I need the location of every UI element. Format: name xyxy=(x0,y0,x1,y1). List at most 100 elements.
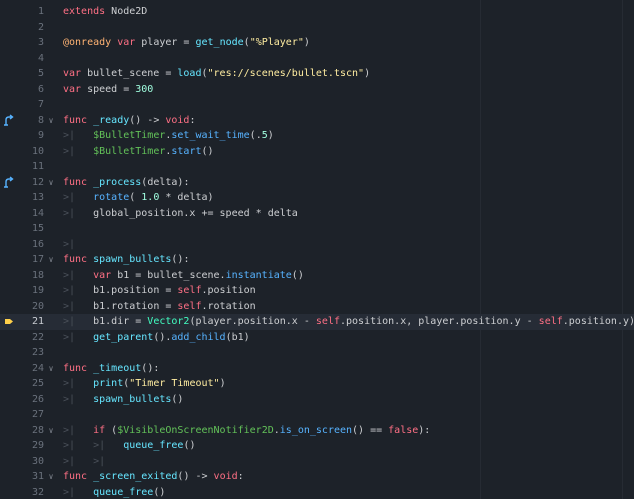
line-number: 13 xyxy=(31,192,44,203)
fold-chevron-icon[interactable]: ∨ xyxy=(47,175,55,191)
code-token: .position.y). xyxy=(562,316,634,327)
code-line[interactable]: 15 xyxy=(0,221,634,237)
code-line[interactable]: 10 >| $BulletTimer.start() xyxy=(0,144,634,160)
line-number: 29 xyxy=(31,440,44,451)
code-editor[interactable]: 1 extends Node2D 2 3 @onready var player = g… xyxy=(0,0,634,499)
tab-indicator-icon: >| xyxy=(63,238,76,250)
code-line[interactable]: 23 xyxy=(0,345,634,361)
code-token: 300 xyxy=(135,83,154,95)
code-token: bullet_scene = xyxy=(81,68,178,79)
code-line[interactable]: 8 ∨ func _ready() -> void: xyxy=(0,113,634,129)
line-number: 9 xyxy=(37,130,44,141)
tab-indicator-icon: >| xyxy=(63,316,76,327)
fold-chevron-icon[interactable]: ∨ xyxy=(47,423,55,439)
code-line[interactable]: 30 >| >| xyxy=(0,454,634,470)
code-token: self xyxy=(177,285,202,296)
code-text: var speed = 300 xyxy=(63,82,153,98)
code-line[interactable]: 31 ∨ func _screen_exited() -> void: xyxy=(0,469,634,485)
code-line[interactable]: 14 >| global_position.x += speed * delta xyxy=(0,206,634,222)
code-line[interactable]: 12 ∨ func _process(delta): xyxy=(0,175,634,191)
code-text: >| $BulletTimer.start() xyxy=(63,144,214,160)
code-line[interactable]: 6 var speed = 300 xyxy=(0,82,634,98)
code-line[interactable]: 17 ∨ func spawn_bullets(): xyxy=(0,252,634,268)
code-line[interactable]: 1 extends Node2D xyxy=(0,4,634,20)
code-token: var xyxy=(63,83,82,95)
code-token: func xyxy=(63,114,88,126)
code-line[interactable]: 21 >| b1.dir = Vector2(player.position.x … xyxy=(0,314,634,330)
code-text: func _screen_exited() -> void: xyxy=(63,469,244,485)
code-line[interactable]: 19 >| b1.position = self.position xyxy=(0,283,634,299)
code-line[interactable]: 4 xyxy=(0,51,634,67)
code-text: >| spawn_bullets() xyxy=(63,392,183,408)
code-token: void xyxy=(213,471,238,482)
tab-indicator-icon: >| xyxy=(63,145,76,157)
code-text: >| rotate( 1.0 * delta) xyxy=(63,190,214,206)
code-line[interactable]: 7 xyxy=(0,97,634,113)
code-text: extends Node2D xyxy=(63,4,147,20)
code-line[interactable]: 25 >| print("Timer Timeout") xyxy=(0,376,634,392)
line-number: 11 xyxy=(31,161,44,172)
code-token: queue_free xyxy=(93,486,154,498)
code-token: () xyxy=(171,393,184,405)
fold-chevron-icon[interactable]: ∨ xyxy=(47,113,55,129)
code-token: ) xyxy=(364,68,371,79)
code-token: _timeout xyxy=(93,362,142,374)
code-token: is_on_screen xyxy=(279,424,353,436)
code-line[interactable]: 9 >| $BulletTimer.set_wait_time(.5) xyxy=(0,128,634,144)
code-line[interactable]: 22 >| get_parent().add_child(b1) xyxy=(0,330,634,346)
code-line[interactable]: 20 >| b1.rotation = self.rotation xyxy=(0,299,634,315)
code-line[interactable]: 26 >| spawn_bullets() xyxy=(0,392,634,408)
code-token: (player.position.x - xyxy=(189,316,316,327)
code-line[interactable]: 29 >| >| queue_free() xyxy=(0,438,634,454)
line-number: 18 xyxy=(31,269,44,281)
code-line[interactable]: 32 >| queue_free() xyxy=(0,485,634,499)
code-token: () xyxy=(291,269,304,281)
fold-chevron-icon[interactable]: ∨ xyxy=(47,252,55,268)
code-line[interactable]: 28 ∨ >| if ($VisibleOnScreenNotifier2D.is_… xyxy=(0,423,634,439)
line-number: 7 xyxy=(37,99,44,110)
code-line[interactable]: 3 @onready var player = get_node("%Player… xyxy=(0,35,634,51)
code-text: var bullet_scene = load("res://scenes/bu… xyxy=(63,66,370,82)
tab-indicator-icon: >| xyxy=(63,455,76,467)
code-token: ) xyxy=(219,378,226,389)
code-line[interactable]: 11 xyxy=(0,159,634,175)
code-line[interactable]: 18 >| var b1 = bullet_scene.instantiate() xyxy=(0,268,634,284)
code-token: set_wait_time xyxy=(171,130,250,141)
code-line[interactable]: 27 xyxy=(0,407,634,423)
code-token: ) xyxy=(267,130,274,141)
line-number: 15 xyxy=(31,223,44,234)
code-token: (. xyxy=(249,130,262,141)
tab-indicator-icon: >| xyxy=(93,455,106,467)
fold-chevron-icon[interactable]: ∨ xyxy=(47,469,55,485)
tab-indicator-icon: >| xyxy=(63,285,76,296)
code-text: func spawn_bullets(): xyxy=(63,252,189,268)
fold-chevron-icon[interactable]: ∨ xyxy=(47,361,55,377)
code-token: _ready xyxy=(93,114,130,126)
code-line[interactable]: 5 var bullet_scene = load("res://scenes/b… xyxy=(0,66,634,82)
line-number: 31 xyxy=(31,471,44,482)
line-number: 28 xyxy=(31,424,44,436)
code-token: self xyxy=(177,300,202,312)
line-number: 3 xyxy=(37,37,44,48)
code-text: >| if ($VisibleOnScreenNotifier2D.is_on_… xyxy=(63,423,430,439)
code-line[interactable]: 24 ∨ func _timeout(): xyxy=(0,361,634,377)
line-number: 2 xyxy=(37,21,44,33)
code-text: >| b1.rotation = self.rotation xyxy=(63,299,256,315)
code-token: * delta) xyxy=(159,192,214,203)
code-text: @onready var player = get_node("%Player"… xyxy=(63,35,310,51)
code-line[interactable]: 16 >| xyxy=(0,237,634,253)
line-number: 14 xyxy=(31,207,44,219)
tab-indicator-icon: >| xyxy=(63,331,76,343)
code-line[interactable]: 2 xyxy=(0,20,634,36)
tab-indicator-icon: >| xyxy=(63,393,76,405)
line-number: 21 xyxy=(31,316,44,327)
code-text: >| get_parent().add_child(b1) xyxy=(63,330,250,346)
code-token: self xyxy=(315,316,340,327)
code-line[interactable]: 13 >| rotate( 1.0 * delta) xyxy=(0,190,634,206)
